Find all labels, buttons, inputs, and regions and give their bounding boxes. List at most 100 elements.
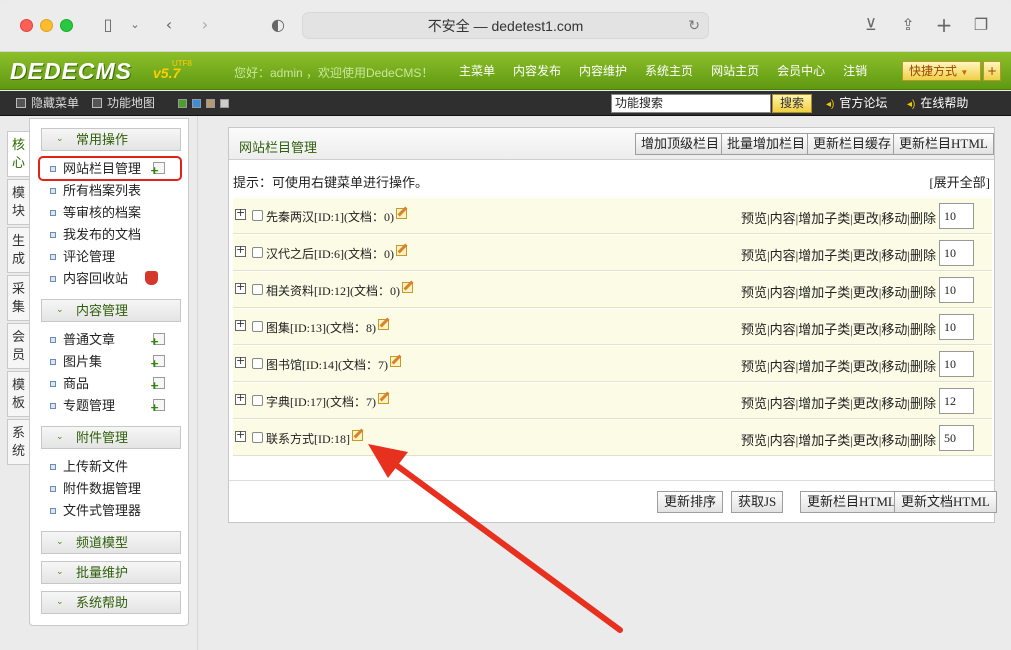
tab-system[interactable]: 系统 — [7, 419, 29, 465]
search-button[interactable]: 搜索 — [772, 94, 812, 113]
function-search-input[interactable]: 功能搜索 — [611, 94, 771, 113]
row-actions[interactable]: 预览|内容|增加子类|更改|移动|删除 — [741, 282, 936, 301]
new-tab-icon[interactable]: + — [933, 14, 955, 36]
row-actions[interactable]: 预览|内容|增加子类|更改|移动|删除 — [741, 430, 936, 449]
edit-icon[interactable] — [401, 282, 413, 293]
nav-content-publish[interactable]: 内容发布 — [504, 52, 570, 90]
row-actions[interactable]: 预览|内容|增加子类|更改|移动|删除 — [741, 245, 936, 264]
group-batch-maintain[interactable]: ⌄ 批量维护 — [41, 561, 181, 584]
expand-icon[interactable] — [235, 391, 246, 405]
menu-item-article[interactable]: 普通文章 — [50, 329, 175, 352]
address-bar[interactable]: 不安全 — dedetest1.com ↻ — [302, 12, 709, 39]
edit-icon[interactable] — [395, 245, 407, 256]
edit-icon[interactable] — [395, 208, 407, 219]
update-sort-button[interactable]: 更新排序 — [657, 491, 724, 513]
back-icon[interactable]: ‹ — [160, 14, 178, 36]
sort-order-input[interactable]: 10 — [939, 351, 974, 377]
expand-icon[interactable] — [235, 317, 246, 331]
sitemap-button[interactable]: 功能地图 — [92, 91, 155, 116]
column-name[interactable]: 图集[ID:13](文档：8) — [266, 319, 389, 336]
nav-site-home[interactable]: 网站主页 — [702, 52, 768, 90]
group-attachments[interactable]: ⌄ 附件管理 — [41, 426, 181, 449]
tab-members[interactable]: 会员 — [7, 323, 29, 369]
sort-order-input[interactable]: 10 — [939, 240, 974, 266]
menu-item-file-manager[interactable]: 文件式管理器 — [50, 500, 175, 521]
column-name[interactable]: 汉代之后[ID:6](文档：0) — [266, 245, 407, 262]
share-icon[interactable]: ⇪ — [897, 14, 919, 36]
sort-order-input[interactable]: 10 — [939, 277, 974, 303]
nav-main-menu[interactable]: 主菜单 — [450, 52, 504, 90]
nav-content-maintain[interactable]: 内容维护 — [570, 52, 636, 90]
tab-overview-icon[interactable]: ❐ — [970, 14, 992, 36]
menu-item-products[interactable]: 商品 — [50, 373, 175, 396]
edit-icon[interactable] — [389, 356, 401, 367]
column-name[interactable]: 先秦两汉[ID:1](文档：0) — [266, 208, 407, 225]
zoom-window-button[interactable] — [60, 19, 73, 32]
minimize-window-button[interactable] — [40, 19, 53, 32]
menu-item-attachment-data[interactable]: 附件数据管理 — [50, 478, 175, 499]
tab-collect[interactable]: 采集 — [7, 275, 29, 321]
tab-generate[interactable]: 生成 — [7, 227, 29, 273]
quick-menu-button[interactable]: 快捷方式 ▼ — [902, 61, 981, 81]
hide-menu-button[interactable]: 隐藏菜单 — [16, 91, 79, 116]
edit-icon[interactable] — [377, 319, 389, 330]
expand-icon[interactable] — [235, 428, 246, 442]
edit-icon[interactable] — [352, 430, 363, 441]
batch-add-column-button[interactable]: 批量增加栏目 — [721, 133, 812, 155]
sort-order-input[interactable]: 50 — [939, 425, 974, 451]
update-column-html-footer-button[interactable]: 更新栏目HTML — [800, 491, 903, 513]
menu-item-all-archives[interactable]: 所有档案列表 — [50, 180, 175, 201]
chevron-down-icon[interactable]: ⌄ — [128, 14, 142, 36]
row-checkbox[interactable] — [252, 210, 263, 221]
column-name[interactable]: 联系方式[ID:18] — [266, 430, 363, 447]
theme-swatch-gray[interactable] — [220, 99, 229, 108]
add-top-column-button[interactable]: 增加顶级栏目 — [635, 133, 726, 155]
row-actions[interactable]: 预览|内容|增加子类|更改|移动|删除 — [741, 208, 936, 227]
add-icon[interactable] — [150, 331, 165, 352]
sort-order-input[interactable]: 10 — [939, 203, 974, 229]
update-column-html-button[interactable]: 更新栏目HTML — [893, 133, 994, 155]
theme-swatch-green[interactable] — [178, 99, 187, 108]
theme-swatch-blue[interactable] — [192, 99, 201, 108]
quick-add-button[interactable]: + — [983, 61, 1001, 81]
close-window-button[interactable] — [20, 19, 33, 32]
shield-icon[interactable] — [145, 271, 158, 285]
forum-link[interactable]: ◂) 官方论坛 — [826, 91, 887, 117]
row-checkbox[interactable] — [252, 432, 263, 443]
expand-icon[interactable] — [235, 354, 246, 368]
nav-logout[interactable]: 注销 — [834, 52, 876, 90]
column-name[interactable]: 图书馆[ID:14](文档：7) — [266, 356, 401, 373]
nav-member-center[interactable]: 会员中心 — [768, 52, 834, 90]
menu-item-upload[interactable]: 上传新文件 — [50, 456, 175, 477]
sort-order-input[interactable]: 12 — [939, 388, 974, 414]
add-icon[interactable] — [150, 375, 165, 396]
row-checkbox[interactable] — [252, 321, 263, 332]
row-actions[interactable]: 预览|内容|增加子类|更改|移动|删除 — [741, 393, 936, 412]
row-checkbox[interactable] — [252, 358, 263, 369]
expand-icon[interactable] — [235, 243, 246, 257]
menu-item-comments[interactable]: 评论管理 — [50, 246, 175, 267]
sidebar-toggle-icon[interactable]: ▯ — [97, 14, 119, 36]
tab-core[interactable]: 核心 — [7, 131, 29, 177]
tab-templates[interactable]: 模板 — [7, 371, 29, 417]
downloads-icon[interactable]: ⊻ — [860, 14, 882, 36]
column-name[interactable]: 相关资料[ID:12](文档：0) — [266, 282, 413, 299]
expand-icon[interactable] — [235, 280, 246, 294]
sort-order-input[interactable]: 10 — [939, 314, 974, 340]
column-name[interactable]: 字典[ID:17](文档：7) — [266, 393, 389, 410]
row-checkbox[interactable] — [252, 395, 263, 406]
theme-swatch-brown[interactable] — [206, 99, 215, 108]
help-link[interactable]: ◂) 在线帮助 — [907, 91, 968, 117]
nav-system-home[interactable]: 系统主页 — [636, 52, 702, 90]
menu-item-my-docs[interactable]: 我发布的文档 — [50, 224, 175, 245]
update-doc-html-button[interactable]: 更新文档HTML — [894, 491, 997, 513]
group-channel-model[interactable]: ⌄ 频道模型 — [41, 531, 181, 554]
forward-icon[interactable]: › — [196, 14, 214, 36]
expand-all-link[interactable]: [展开全部] — [929, 172, 990, 191]
group-common-ops[interactable]: ⌄ 常用操作 — [41, 128, 181, 151]
row-actions[interactable]: 预览|内容|增加子类|更改|移动|删除 — [741, 356, 936, 375]
reload-icon[interactable]: ↻ — [688, 13, 700, 39]
add-icon[interactable] — [150, 353, 165, 374]
tab-modules[interactable]: 模块 — [7, 179, 29, 225]
row-checkbox[interactable] — [252, 247, 263, 258]
